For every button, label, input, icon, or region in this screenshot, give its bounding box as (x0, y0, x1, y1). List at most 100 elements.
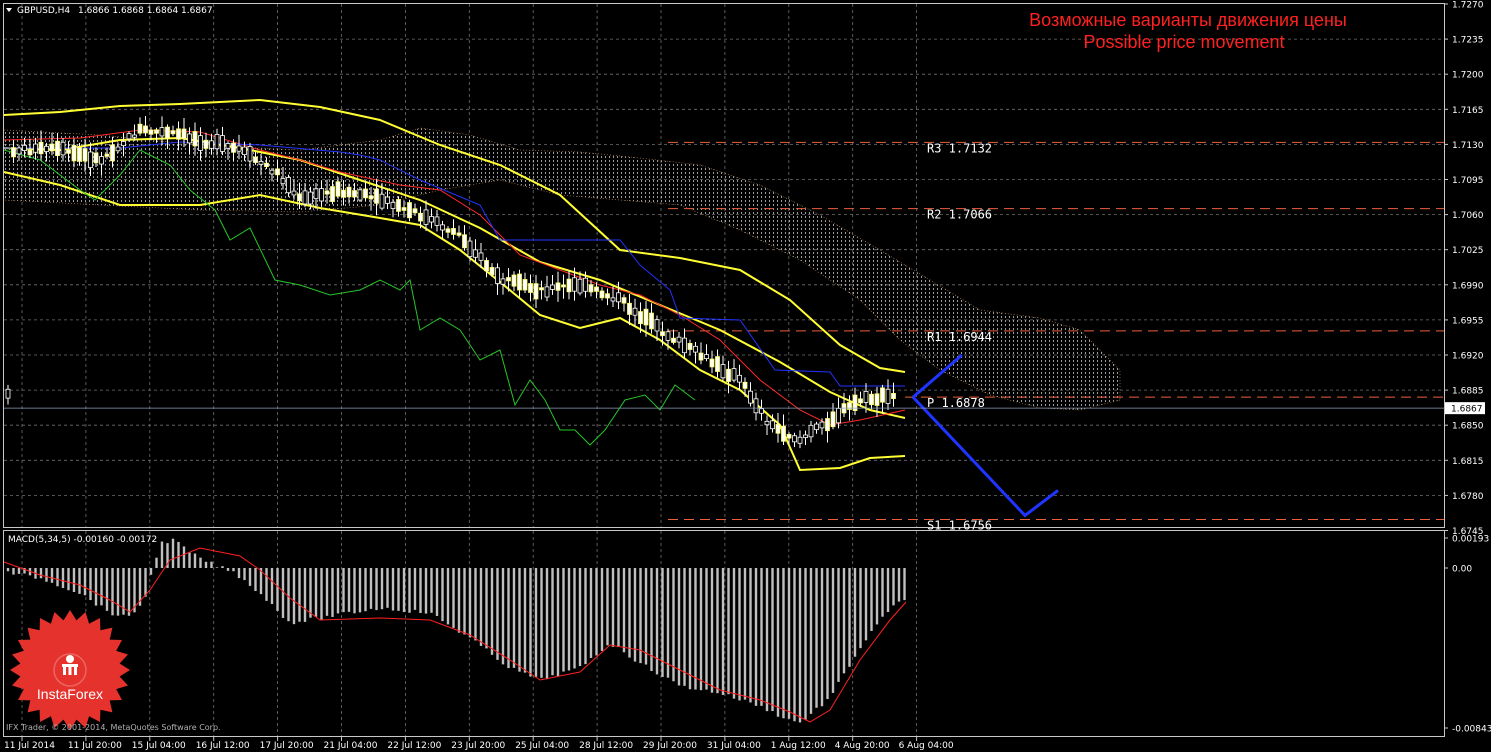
pivot-label: R2 1.7066 (927, 208, 992, 222)
candle-body (165, 126, 170, 139)
y-tick-label: 1.7130 (1452, 141, 1484, 151)
candle-body (418, 212, 423, 222)
macd-histogram-bar (518, 568, 521, 672)
macd-histogram-bar (408, 568, 411, 613)
copyright-text: IFX Trader, © 2001-2014, MetaQuotes Soft… (6, 723, 221, 732)
candle-body (748, 390, 753, 404)
macd-histogram-bar (270, 568, 274, 605)
macd-histogram-bar (743, 568, 747, 700)
macd-histogram-bar (127, 568, 131, 616)
candle-body (280, 178, 286, 185)
macd-histogram-bar (446, 568, 450, 625)
candle-body (555, 282, 561, 291)
candle-body (869, 393, 874, 406)
candle-body (863, 391, 869, 403)
macd-histogram-bar (776, 568, 780, 717)
candle-body (726, 368, 731, 382)
candle-body (214, 133, 220, 150)
macd-histogram-bar (369, 568, 373, 609)
candle-body (66, 149, 71, 154)
candle-body (198, 135, 203, 151)
macd-histogram-bar (540, 568, 543, 678)
y-tick-label: 1.7165 (1452, 106, 1484, 116)
macd-histogram-bar (892, 568, 895, 606)
macd-histogram-bar (545, 568, 549, 680)
macd-histogram-bar (193, 553, 197, 568)
macd-histogram-bar (105, 568, 109, 611)
candle-body (638, 311, 643, 325)
macd-histogram-bar (276, 568, 279, 611)
macd-histogram-bar (600, 568, 604, 651)
candle-body (374, 188, 379, 204)
macd-histogram-bar (507, 568, 510, 669)
candle-body (594, 286, 599, 292)
candle-body (143, 125, 148, 134)
candle-body (401, 207, 407, 211)
macd-histogram-bar (760, 568, 763, 706)
macd-histogram-bar (342, 568, 345, 613)
candle-body (330, 186, 335, 202)
macd-histogram-bar (100, 568, 103, 606)
macd-histogram-bar (232, 568, 235, 572)
macd-histogram-bar (309, 568, 312, 618)
candle-body (451, 228, 456, 235)
candle-body (814, 423, 819, 431)
macd-histogram-bar (56, 568, 59, 587)
macd-label: MACD(5,34,5) -0.00160 -0.00172 (8, 535, 157, 545)
macd-histogram-bar (94, 568, 98, 606)
forecast-path (911, 396, 1059, 518)
candle-body (357, 189, 363, 201)
macd-histogram-bar (17, 568, 21, 574)
x-tick-label: 25 Jul 04:00 (515, 741, 569, 751)
macd-histogram-bar (699, 568, 703, 691)
macd-histogram-bar (705, 568, 708, 690)
macd-histogram-bar (886, 568, 890, 613)
macd-histogram-bar (320, 568, 323, 620)
candle-body (720, 364, 726, 379)
candle-body (473, 249, 478, 258)
candle-body (286, 177, 291, 194)
candle-body (324, 190, 330, 195)
macd-histogram-bar (842, 568, 846, 674)
symbol-dropdown-icon[interactable] (6, 8, 12, 12)
candle-body (390, 201, 396, 209)
macd-histogram-bar (61, 568, 65, 589)
candle-body (605, 293, 610, 299)
macd-histogram-bar (490, 568, 494, 655)
macd-histogram-bar (149, 568, 153, 575)
macd-histogram-bar (144, 568, 147, 597)
macd-histogram-bar (430, 568, 433, 613)
candle-body (517, 273, 522, 291)
macd-histogram-bar (815, 568, 818, 708)
y-tick-label: 1.6885 (1452, 387, 1484, 397)
candle-body (643, 308, 649, 326)
macd-histogram-bar (188, 552, 191, 568)
macd-histogram-bar (463, 568, 466, 635)
macd-histogram-bar (83, 568, 87, 596)
candle-body (698, 352, 704, 361)
candle-body (561, 284, 566, 288)
macd-histogram-bar (611, 568, 615, 647)
pivot-label: R1 1.6944 (927, 330, 992, 344)
candle-body (22, 144, 27, 151)
candle-body (731, 368, 737, 381)
chart-canvas[interactable]: R3 1.7132R2 1.7066R1 1.6944P 1.6878S1 1.… (0, 0, 1491, 752)
current-price-label: 1.6867 (1451, 405, 1483, 415)
macd-histogram-bar (254, 568, 257, 592)
macd-histogram-bar (424, 568, 428, 614)
symbol-label: GBPUSD,H4 (17, 6, 70, 16)
x-tick-label: 17 Jul 20:00 (260, 741, 314, 751)
macd-histogram-bar (452, 568, 455, 628)
candle-body (467, 240, 473, 257)
candle-body (770, 420, 775, 430)
x-tick-label: 28 Jul 12:00 (579, 741, 633, 751)
candle-body (544, 286, 550, 298)
macd-histogram-bar (848, 568, 851, 667)
candle-body (786, 433, 792, 439)
candle-body (676, 336, 682, 343)
candle-body (709, 358, 715, 368)
macd-histogram-bar (303, 568, 307, 622)
macd-histogram-bar (639, 568, 642, 664)
candle-body (203, 139, 209, 149)
macd-histogram-bar (111, 568, 114, 616)
